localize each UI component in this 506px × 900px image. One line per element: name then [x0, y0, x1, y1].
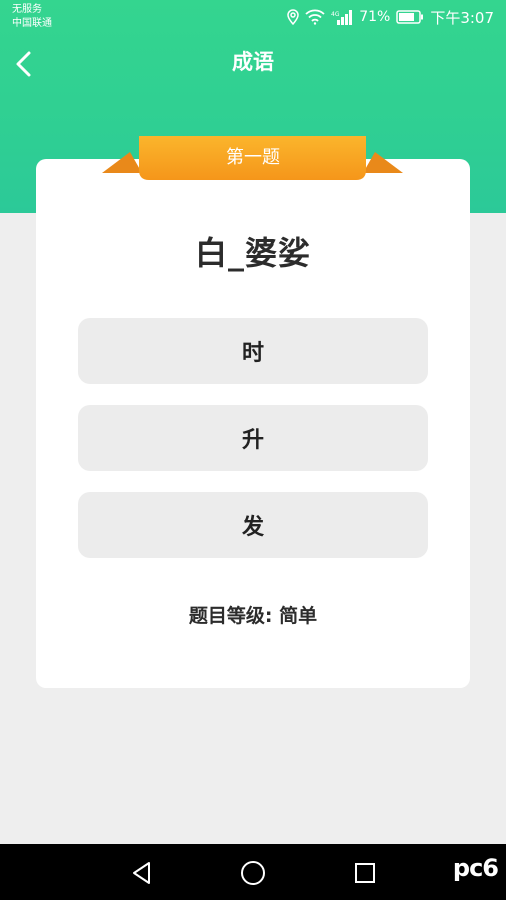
- answer-option-label: 时: [241, 341, 264, 366]
- difficulty-level: 题目等级: 简单: [188, 605, 318, 627]
- battery-percent: 71%: [359, 9, 391, 25]
- carrier-info: 无服务 中国联通: [12, 3, 52, 31]
- status-icons: 4G 71% 下午3:07: [287, 8, 494, 27]
- status-bar: 无服务 中国联通 4G 71% 下午3:07: [0, 0, 506, 34]
- wifi-icon: [305, 9, 325, 25]
- home-circle-icon[interactable]: [238, 858, 268, 888]
- location-icon: [287, 9, 299, 25]
- navigation-bar: pc6: [0, 844, 506, 900]
- answer-option-3[interactable]: 发: [78, 492, 428, 558]
- signal-icon: 4G: [331, 9, 353, 25]
- answer-option-1[interactable]: 时: [78, 318, 428, 384]
- answer-option-2[interactable]: 升: [78, 405, 428, 471]
- carrier-line-1: 无服务: [12, 4, 42, 15]
- recent-square-icon[interactable]: [350, 858, 380, 888]
- answer-option-label: 发: [241, 515, 264, 540]
- carrier-line-2: 中国联通: [12, 18, 52, 29]
- back-triangle-icon[interactable]: [127, 858, 157, 888]
- svg-text:4G: 4G: [331, 11, 340, 18]
- page-title: 成语: [232, 50, 274, 74]
- answer-option-label: 升: [241, 428, 264, 453]
- question-number-label: 第一题: [226, 147, 280, 168]
- battery-icon: [396, 10, 424, 24]
- idiom-question: 白_婆娑: [194, 234, 311, 272]
- watermark-logo: pc6: [452, 854, 499, 882]
- clock: 下午3:07: [430, 8, 494, 27]
